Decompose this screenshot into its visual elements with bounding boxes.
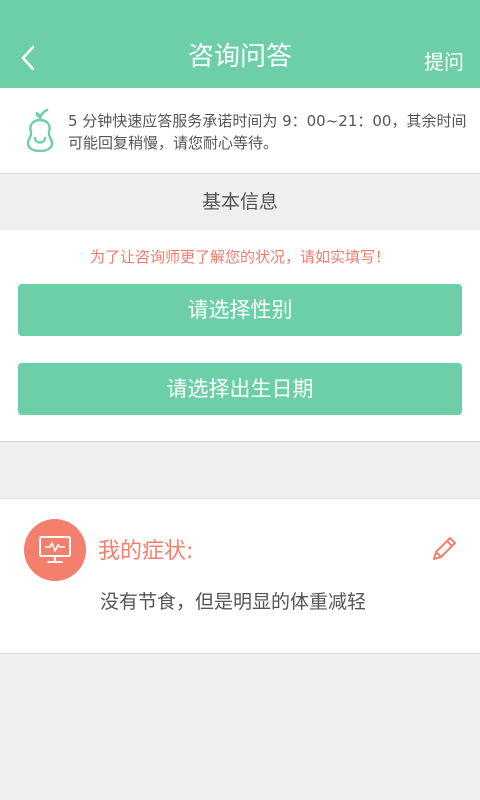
monitor-icon: [39, 536, 71, 563]
symptom-avatar: [24, 519, 86, 581]
section-title-basic-info: 基本信息: [201, 191, 278, 213]
form-hint: 为了让咨询师更了解您的状况，请如实填写！: [89, 248, 390, 266]
basic-info-form: 为了让咨询师更了解您的状况，请如实填写！ 请选择性别 请选择出生日期: [0, 230, 480, 442]
app-header: 咨询问答 提问: [0, 0, 480, 88]
select-birthdate-button[interactable]: 请选择出生日期: [18, 363, 462, 415]
symptom-description: 没有节食，但是明显的体重减轻: [100, 591, 367, 613]
pear-logo-icon: [26, 108, 54, 152]
edit-symptom-button[interactable]: [428, 533, 460, 565]
symptom-label: 我的症状:: [98, 539, 194, 564]
notice-text: 5 分钟快速应答服务承诺时间为 9：00~21：00，其余时间可能回复稍慢，请您…: [68, 112, 467, 152]
select-gender-button[interactable]: 请选择性别: [18, 284, 462, 336]
ask-question-button[interactable]: 提问: [424, 48, 464, 76]
pencil-icon: [433, 537, 456, 560]
service-notice: 5 分钟快速应答服务承诺时间为 9：00~21：00，其余时间可能回复稍慢，请您…: [0, 88, 480, 174]
symptom-card: 我的症状: 没有节食，但是明显的体重减轻: [0, 498, 480, 654]
page-title: 咨询问答: [187, 42, 292, 72]
